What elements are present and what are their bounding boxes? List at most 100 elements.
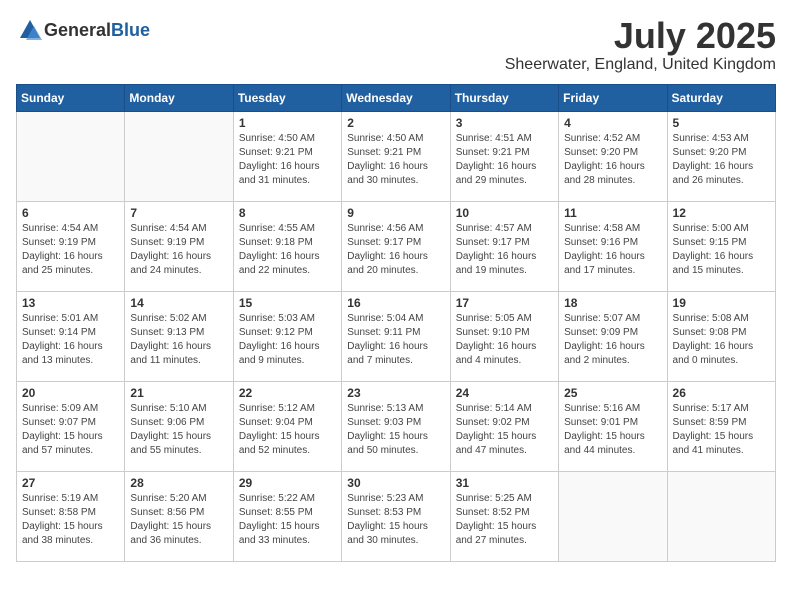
day-info: Sunrise: 4:55 AM Sunset: 9:18 PM Dayligh…	[239, 222, 336, 278]
table-row: 13 Sunrise: 5:01 AM Sunset: 9:14 PM Dayli…	[17, 291, 125, 381]
col-monday: Monday	[125, 84, 233, 111]
day-number: 28	[130, 476, 227, 490]
col-sunday: Sunday	[17, 84, 125, 111]
table-row	[667, 471, 775, 561]
table-row: 14 Sunrise: 5:02 AM Sunset: 9:13 PM Dayli…	[125, 291, 233, 381]
day-number: 19	[673, 296, 770, 310]
day-number: 24	[456, 386, 553, 400]
table-row: 7 Sunrise: 4:54 AM Sunset: 9:19 PM Daylig…	[125, 201, 233, 291]
day-info: Sunrise: 4:51 AM Sunset: 9:21 PM Dayligh…	[456, 132, 553, 188]
calendar-table: Sunday Monday Tuesday Wednesday Thursday…	[16, 84, 776, 562]
day-info: Sunrise: 5:17 AM Sunset: 8:59 PM Dayligh…	[673, 402, 770, 458]
day-info: Sunrise: 4:57 AM Sunset: 9:17 PM Dayligh…	[456, 222, 553, 278]
day-info: Sunrise: 5:23 AM Sunset: 8:53 PM Dayligh…	[347, 492, 444, 548]
day-info: Sunrise: 4:54 AM Sunset: 9:19 PM Dayligh…	[130, 222, 227, 278]
table-row: 23 Sunrise: 5:13 AM Sunset: 9:03 PM Dayli…	[342, 381, 450, 471]
day-number: 4	[564, 116, 661, 130]
table-row: 30 Sunrise: 5:23 AM Sunset: 8:53 PM Dayli…	[342, 471, 450, 561]
day-info: Sunrise: 4:56 AM Sunset: 9:17 PM Dayligh…	[347, 222, 444, 278]
table-row: 21Sunrise: 5:10 AM Sunset: 9:06 PM Dayli…	[125, 381, 233, 471]
col-wednesday: Wednesday	[342, 84, 450, 111]
day-info: Sunrise: 5:22 AM Sunset: 8:55 PM Dayligh…	[239, 492, 336, 548]
day-info: Sunrise: 4:54 AM Sunset: 9:19 PM Dayligh…	[22, 222, 119, 278]
table-row: 29 Sunrise: 5:22 AM Sunset: 8:55 PM Dayli…	[233, 471, 341, 561]
day-info: Sunrise: 5:03 AM Sunset: 9:12 PM Dayligh…	[239, 312, 336, 368]
table-row: 6 Sunrise: 4:54 AM Sunset: 9:19 PM Daylig…	[17, 201, 125, 291]
table-row: 19 Sunrise: 5:08 AM Sunset: 9:08 PM Dayli…	[667, 291, 775, 381]
day-number: 10	[456, 206, 553, 220]
table-row: 15 Sunrise: 5:03 AM Sunset: 9:12 PM Dayli…	[233, 291, 341, 381]
day-info: Sunrise: 5:25 AM Sunset: 8:52 PM Dayligh…	[456, 492, 553, 548]
logo-icon	[16, 16, 44, 44]
calendar-week-row: 6 Sunrise: 4:54 AM Sunset: 9:19 PM Daylig…	[17, 201, 776, 291]
table-row: 28 Sunrise: 5:20 AM Sunset: 8:56 PM Dayli…	[125, 471, 233, 561]
day-number: 12	[673, 206, 770, 220]
calendar-week-row: 27 Sunrise: 5:19 AM Sunset: 8:58 PM Dayli…	[17, 471, 776, 561]
table-row: 27 Sunrise: 5:19 AM Sunset: 8:58 PM Dayli…	[17, 471, 125, 561]
table-row: 4 Sunrise: 4:52 AM Sunset: 9:20 PM Daylig…	[559, 111, 667, 201]
table-row: 9Sunrise: 4:56 AM Sunset: 9:17 PM Daylig…	[342, 201, 450, 291]
month-title: July 2025	[505, 16, 776, 56]
day-info: Sunrise: 5:20 AM Sunset: 8:56 PM Dayligh…	[130, 492, 227, 548]
table-row: 11 Sunrise: 4:58 AM Sunset: 9:16 PM Dayli…	[559, 201, 667, 291]
day-info: Sunrise: 5:07 AM Sunset: 9:09 PM Dayligh…	[564, 312, 661, 368]
day-number: 17	[456, 296, 553, 310]
col-friday: Friday	[559, 84, 667, 111]
day-info: Sunrise: 5:09 AM Sunset: 9:07 PM Dayligh…	[22, 402, 119, 458]
day-number: 6	[22, 206, 119, 220]
day-number: 30	[347, 476, 444, 490]
day-info: Sunrise: 5:16 AM Sunset: 9:01 PM Dayligh…	[564, 402, 661, 458]
day-info: Sunrise: 5:14 AM Sunset: 9:02 PM Dayligh…	[456, 402, 553, 458]
table-row: 20Sunrise: 5:09 AM Sunset: 9:07 PM Dayli…	[17, 381, 125, 471]
day-info: Sunrise: 4:52 AM Sunset: 9:20 PM Dayligh…	[564, 132, 661, 188]
table-row: 31 Sunrise: 5:25 AM Sunset: 8:52 PM Dayli…	[450, 471, 558, 561]
logo-text-blue: Blue	[111, 20, 150, 41]
table-row: 16Sunrise: 5:04 AM Sunset: 9:11 PM Dayli…	[342, 291, 450, 381]
calendar-week-row: 20Sunrise: 5:09 AM Sunset: 9:07 PM Dayli…	[17, 381, 776, 471]
table-row: 10 Sunrise: 4:57 AM Sunset: 9:17 PM Dayli…	[450, 201, 558, 291]
day-info: Sunrise: 5:12 AM Sunset: 9:04 PM Dayligh…	[239, 402, 336, 458]
day-number: 7	[130, 206, 227, 220]
calendar-header-row: Sunday Monday Tuesday Wednesday Thursday…	[17, 84, 776, 111]
day-number: 26	[673, 386, 770, 400]
table-row: 2Sunrise: 4:50 AM Sunset: 9:21 PM Daylig…	[342, 111, 450, 201]
table-row: 25 Sunrise: 5:16 AM Sunset: 9:01 PM Dayli…	[559, 381, 667, 471]
table-row: 8 Sunrise: 4:55 AM Sunset: 9:18 PM Daylig…	[233, 201, 341, 291]
table-row: 17 Sunrise: 5:05 AM Sunset: 9:10 PM Dayli…	[450, 291, 558, 381]
table-row: 3 Sunrise: 4:51 AM Sunset: 9:21 PM Daylig…	[450, 111, 558, 201]
day-number: 27	[22, 476, 119, 490]
table-row: 18 Sunrise: 5:07 AM Sunset: 9:09 PM Dayli…	[559, 291, 667, 381]
day-info: Sunrise: 5:10 AM Sunset: 9:06 PM Dayligh…	[130, 402, 227, 458]
day-number: 18	[564, 296, 661, 310]
table-row: 26 Sunrise: 5:17 AM Sunset: 8:59 PM Dayli…	[667, 381, 775, 471]
day-number: 22	[239, 386, 336, 400]
day-info: Sunrise: 5:05 AM Sunset: 9:10 PM Dayligh…	[456, 312, 553, 368]
day-info: Sunrise: 5:00 AM Sunset: 9:15 PM Dayligh…	[673, 222, 770, 278]
table-row: 5Sunrise: 4:53 AM Sunset: 9:20 PM Daylig…	[667, 111, 775, 201]
day-number: 29	[239, 476, 336, 490]
day-number: 15	[239, 296, 336, 310]
table-row: 12 Sunrise: 5:00 AM Sunset: 9:15 PM Dayli…	[667, 201, 775, 291]
day-number: 13	[22, 296, 119, 310]
day-info: Sunrise: 5:02 AM Sunset: 9:13 PM Dayligh…	[130, 312, 227, 368]
day-number: 25	[564, 386, 661, 400]
day-info: Sunrise: 5:08 AM Sunset: 9:08 PM Dayligh…	[673, 312, 770, 368]
day-number: 5	[673, 116, 770, 130]
day-number: 14	[130, 296, 227, 310]
day-number: 31	[456, 476, 553, 490]
table-row: 24 Sunrise: 5:14 AM Sunset: 9:02 PM Dayli…	[450, 381, 558, 471]
title-block: July 2025 Sheerwater, England, United Ki…	[505, 16, 776, 74]
day-number: 16	[347, 296, 444, 310]
day-info: Sunrise: 5:13 AM Sunset: 9:03 PM Dayligh…	[347, 402, 444, 458]
table-row	[125, 111, 233, 201]
day-number: 23	[347, 386, 444, 400]
day-info: Sunrise: 5:19 AM Sunset: 8:58 PM Dayligh…	[22, 492, 119, 548]
day-number: 8	[239, 206, 336, 220]
day-info: Sunrise: 5:01 AM Sunset: 9:14 PM Dayligh…	[22, 312, 119, 368]
location-title: Sheerwater, England, United Kingdom	[505, 56, 776, 74]
day-number: 11	[564, 206, 661, 220]
day-number: 3	[456, 116, 553, 130]
logo: GeneralBlue	[16, 16, 150, 44]
day-info: Sunrise: 4:50 AM Sunset: 9:21 PM Dayligh…	[347, 132, 444, 188]
day-info: Sunrise: 4:58 AM Sunset: 9:16 PM Dayligh…	[564, 222, 661, 278]
